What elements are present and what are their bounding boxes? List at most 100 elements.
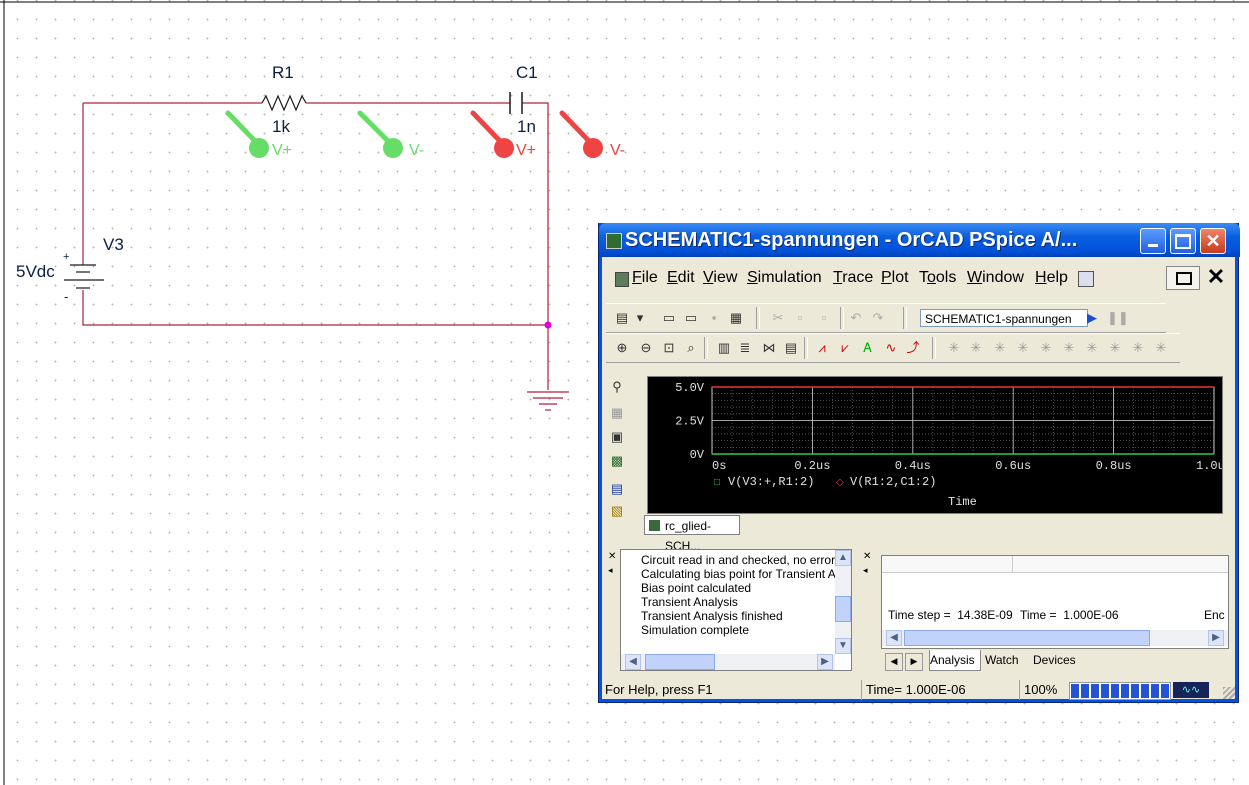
redo-icon[interactable]: ↷: [870, 310, 886, 326]
menu-help[interactable]: Help: [1035, 269, 1068, 287]
zoom-area-icon[interactable]: ⊡: [661, 340, 677, 356]
plot-svg[interactable]: 0s 0.2us 0.4us 0.6us 0.8us 1.0us 5.0V 2.5V 0V □ V…: [648, 377, 1222, 513]
sim-settings-icon[interactable]: ▦: [609, 405, 625, 421]
status-horizontal-scrollbar[interactable]: ◀ ▶: [882, 630, 1228, 646]
tab-scroll-right[interactable]: ▶: [905, 653, 923, 671]
status-h-scroll-thumb[interactable]: [904, 630, 1150, 646]
cursor-next-icon[interactable]: ✳: [1107, 340, 1123, 356]
zoom-fit-icon[interactable]: ⌕: [683, 340, 699, 356]
cursor-label-icon[interactable]: ✳: [1130, 340, 1146, 356]
copy-plot-icon[interactable]: ▣: [609, 429, 625, 445]
simulation-status-view[interactable]: Time step = 14.38E-09 Time = 1.000E-06 E…: [881, 555, 1229, 649]
open-icon[interactable]: ▭: [661, 310, 677, 326]
scroll-right-icon[interactable]: ▶: [817, 654, 833, 670]
log-v-scroll-thumb[interactable]: [835, 596, 851, 622]
circuit-wires: [82, 102, 549, 390]
log-x-icon[interactable]: ▥: [716, 340, 732, 356]
pause-icon[interactable]: ❚❚: [1107, 310, 1129, 326]
x-tick-label: 0.2us: [794, 459, 830, 473]
plot-document-tab[interactable]: rc_glied-SCH...: [644, 515, 740, 553]
copy-icon[interactable]: ▫: [792, 310, 808, 326]
cursor-peak-icon[interactable]: ✳: [946, 340, 962, 356]
scroll-up-icon[interactable]: ▲: [835, 550, 851, 566]
cursor-min-icon[interactable]: ✳: [1015, 340, 1031, 356]
output-log-list[interactable]: Circuit read in and checked, no errors C…: [620, 549, 852, 671]
probe-icon[interactable]: ⚲: [609, 379, 625, 395]
mark-data-icon[interactable]: ∿: [883, 340, 899, 356]
trace-expression-icon[interactable]: ⩗: [837, 340, 853, 356]
scroll-left-icon[interactable]: ◀: [625, 654, 641, 670]
waveform-plot[interactable]: 0s 0.2us 0.4us 0.6us 0.8us 1.0us 5.0V 2.5V 0V □ V…: [647, 376, 1223, 514]
x-tick-label: 0.4us: [895, 459, 931, 473]
run-icon[interactable]: ▶: [1084, 310, 1100, 326]
fft-icon[interactable]: ≣: [737, 340, 753, 356]
cursor-icon[interactable]: ⤴: [905, 340, 921, 356]
pspice-window[interactable]: SCHEMATIC1-spannungen - OrCAD PSpice A/.…: [598, 223, 1240, 703]
capacitor-c1[interactable]: C1 1n: [509, 63, 538, 136]
dropdown-arrow-icon[interactable]: ▾: [632, 310, 648, 326]
cursor-search-icon[interactable]: ✳: [1084, 340, 1100, 356]
cursor-mark-icon[interactable]: ✳: [1153, 340, 1169, 356]
menu-plot[interactable]: Plot: [881, 269, 909, 287]
minimize-button[interactable]: [1140, 228, 1166, 254]
menu-tools[interactable]: Tools: [919, 269, 956, 287]
zoom-in-icon[interactable]: ⊕: [614, 340, 630, 356]
restore-child-button[interactable]: [1166, 266, 1200, 290]
netlist-icon[interactable]: ▧: [609, 503, 625, 519]
zoom-out-icon[interactable]: ⊖: [638, 340, 654, 356]
text-label-icon[interactable]: Ꭺ: [860, 340, 876, 356]
ground-symbol[interactable]: [527, 391, 569, 411]
log-h-scroll-thumb[interactable]: [645, 654, 715, 670]
tab-watch[interactable]: Watch: [985, 650, 1019, 670]
log-horizontal-scrollbar[interactable]: ◀ ▶: [621, 654, 835, 670]
simulation-profile-select[interactable]: SCHEMATIC1-spannungen: [920, 309, 1088, 327]
resize-grip-icon[interactable]: [1223, 687, 1235, 699]
tab-analysis[interactable]: Analysis: [929, 650, 981, 671]
menu-file[interactable]: File: [632, 269, 658, 287]
voltage-source-v3[interactable]: + - V3 5Vdc: [16, 235, 124, 304]
new-icon[interactable]: ▤: [614, 310, 630, 326]
scroll-left-icon[interactable]: ◀: [886, 630, 902, 646]
log-y-icon[interactable]: ▤: [783, 340, 799, 356]
performance-icon[interactable]: ⋈: [761, 340, 777, 356]
log-vertical-scrollbar[interactable]: ▲ ▼: [835, 550, 851, 654]
menu-trace[interactable]: Trace: [833, 269, 873, 287]
cursor-max-icon[interactable]: ✳: [1038, 340, 1054, 356]
menu-window[interactable]: Window: [967, 269, 1024, 287]
cursor-slope-icon[interactable]: ✳: [992, 340, 1008, 356]
window-titlebar[interactable]: SCHEMATIC1-spannungen - OrCAD PSpice A/.…: [599, 223, 1240, 257]
close-child-button[interactable]: ✕: [1202, 266, 1230, 288]
help-pointer-icon[interactable]: [1078, 271, 1094, 287]
window-title: SCHEMATIC1-spannungen - OrCAD PSpice A/.…: [625, 229, 1078, 251]
cursor-trough-icon[interactable]: ✳: [968, 340, 984, 356]
status-pane-pin-icon[interactable]: ◂: [863, 565, 868, 576]
resistor-r1[interactable]: R1 1k: [261, 63, 307, 136]
print-icon[interactable]: ▦: [728, 310, 744, 326]
scroll-right-icon[interactable]: ▶: [1208, 630, 1224, 646]
tab-devices[interactable]: Devices: [1033, 650, 1076, 670]
maximize-button[interactable]: [1170, 228, 1196, 254]
output-file-icon[interactable]: ▩: [609, 453, 625, 469]
x-tick-label: 0s: [712, 459, 726, 473]
close-button[interactable]: ✕: [1200, 228, 1226, 254]
open-folder-icon[interactable]: ▭: [683, 310, 699, 326]
menu-simulation[interactable]: Simulation: [747, 269, 822, 287]
menu-edit[interactable]: Edit: [667, 269, 695, 287]
tab-scroll-left[interactable]: ◀: [885, 653, 903, 671]
probe-vminus-red[interactable]: V-: [559, 110, 625, 159]
cut-icon[interactable]: ✂: [770, 310, 786, 326]
message-icon[interactable]: ▤: [609, 481, 625, 497]
output-pane-pin-icon[interactable]: ◂: [608, 565, 613, 576]
add-trace-icon[interactable]: ⩘: [814, 340, 830, 356]
probe-label: V+: [516, 142, 536, 159]
menu-view[interactable]: View: [703, 269, 737, 287]
scroll-down-icon[interactable]: ▼: [835, 638, 851, 654]
cursor-point-icon[interactable]: ✳: [1061, 340, 1077, 356]
undo-icon[interactable]: ↶: [848, 310, 864, 326]
output-pane-close-icon[interactable]: ✕: [608, 551, 616, 562]
close-icon: ✕: [1205, 231, 1221, 251]
paste-icon[interactable]: ▫: [816, 310, 832, 326]
probe-vminus-green[interactable]: V-: [357, 110, 424, 159]
status-pane-close-icon[interactable]: ✕: [863, 551, 871, 562]
save-icon[interactable]: ▪: [706, 310, 722, 326]
